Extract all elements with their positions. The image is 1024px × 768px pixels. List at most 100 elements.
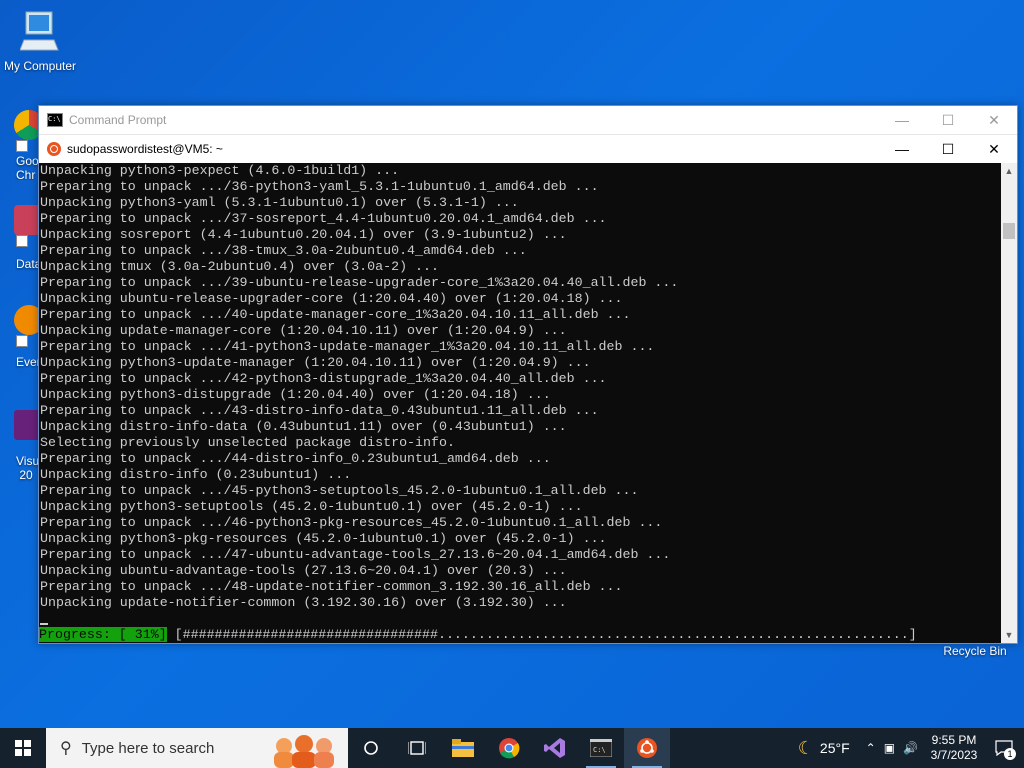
terminal-line: Unpacking sosreport (4.4-1ubuntu0.20.04.… xyxy=(40,227,567,242)
terminal-line: Unpacking python3-pkg-resources (45.2.0-… xyxy=(40,531,607,546)
my-computer-label: My Computer xyxy=(3,59,77,73)
maximize-button[interactable]: ☐ xyxy=(925,135,971,163)
task-view-button[interactable] xyxy=(394,728,440,768)
terminal-line: Preparing to unpack .../41-python3-updat… xyxy=(40,339,655,354)
command-prompt-taskbar-button[interactable]: C:\ xyxy=(578,728,624,768)
outer-window-title: Command Prompt xyxy=(69,113,167,127)
ubuntu-taskbar-button[interactable] xyxy=(624,728,670,768)
terminal-line: Preparing to unpack .../37-sosreport_4.4… xyxy=(40,211,607,226)
search-icon: ⚲ xyxy=(60,740,72,757)
visual-studio-icon xyxy=(544,738,565,758)
terminal-line: Preparing to unpack .../45-python3-setup… xyxy=(40,483,639,498)
terminal-line: Unpacking distro-info-data (0.43ubuntu1.… xyxy=(40,419,567,434)
search-highlight-icon xyxy=(274,735,334,768)
terminal-line: Preparing to unpack .../36-python3-yaml_… xyxy=(40,179,599,194)
taskbar: ⚲ Type here to search C:\ ☾ 25°F ⌃ ▣ 🔊 9… xyxy=(0,728,1024,768)
terminal-line: Preparing to unpack .../42-python3-distu… xyxy=(40,371,607,386)
system-tray: ☾ 25°F ⌃ ▣ 🔊 9:55 PM 3/7/2023 1 xyxy=(798,728,1024,768)
terminal-line: Preparing to unpack .../40-update-manage… xyxy=(40,307,631,322)
recycle-bin-label: Recycle Bin xyxy=(943,644,1007,658)
network-icon[interactable]: ▣ xyxy=(884,741,895,755)
cmd-icon: C:\ xyxy=(47,113,63,127)
minimize-button[interactable]: — xyxy=(879,135,925,163)
ubuntu-icon xyxy=(47,142,61,156)
everything-search-icon xyxy=(14,305,40,335)
svg-text:C:\: C:\ xyxy=(593,746,606,754)
cortana-button[interactable] xyxy=(348,728,394,768)
desktop-icon-label: Visual 20 xyxy=(16,454,40,482)
terminal-line: Selecting previously unselected package … xyxy=(40,435,455,450)
terminal-line: Unpacking update-notifier-common (3.192.… xyxy=(40,595,567,610)
terminal-line: Unpacking python3-distupgrade (1:20.04.4… xyxy=(40,387,551,402)
visual-studio-icon xyxy=(14,410,40,440)
terminal-line: Unpacking update-manager-core (1:20.04.1… xyxy=(40,323,567,338)
terminal-line: Preparing to unpack .../46-python3-pkg-r… xyxy=(40,515,663,530)
scroll-up-arrow-icon[interactable]: ▲ xyxy=(1001,163,1017,179)
moon-weather-icon[interactable]: ☾ xyxy=(798,738,814,759)
desktop-icon-label: DataW xyxy=(16,257,40,271)
shortcut-arrow-icon xyxy=(16,335,28,347)
terminal-line: Preparing to unpack .../39-ubuntu-releas… xyxy=(40,275,679,290)
visual-studio-taskbar-button[interactable] xyxy=(532,728,578,768)
datawrangler-icon xyxy=(14,205,40,235)
progress-label: Progress: [ 31%] xyxy=(39,627,167,642)
windows-logo-icon xyxy=(15,740,31,756)
terminal-line: Preparing to unpack .../44-distro-info_0… xyxy=(40,451,551,466)
command-prompt-window[interactable]: C:\ Command Prompt — ☐ ✕ sudopasswordist… xyxy=(38,105,1018,644)
outer-close-button[interactable]: ✕ xyxy=(971,106,1017,134)
notification-button[interactable]: 1 xyxy=(984,728,1024,768)
file-explorer-button[interactable] xyxy=(440,728,486,768)
inner-window-title: sudopasswordistest@VM5: ~ xyxy=(67,142,223,156)
shortcut-arrow-icon xyxy=(16,235,28,247)
terminal-line: Unpacking python3-setuptools (45.2.0-1ub… xyxy=(40,499,583,514)
my-computer-desktop-icon[interactable]: My Computer xyxy=(2,10,78,73)
visual-studio-desktop-icon[interactable]: Visual 20 xyxy=(0,410,40,490)
outer-titlebar[interactable]: C:\ Command Prompt — ☐ ✕ xyxy=(39,106,1017,134)
progress-bar: [################################.......… xyxy=(166,627,917,642)
clock-date: 3/7/2023 xyxy=(930,748,978,762)
temperature[interactable]: 25°F xyxy=(820,740,850,756)
terminal-line: Unpacking ubuntu-release-upgrader-core (… xyxy=(40,291,623,306)
outer-maximize-button[interactable]: ☐ xyxy=(925,106,971,134)
chrome-desktop-icon[interactable]: Goo Chr xyxy=(0,110,40,180)
terminal-lines: Unpacking python3-pexpect (4.6.0-1build1… xyxy=(39,163,1001,611)
terminal-line: Preparing to unpack .../38-tmux_3.0a-2ub… xyxy=(40,243,527,258)
terminal-line: Unpacking python3-pexpect (4.6.0-1build1… xyxy=(40,163,400,178)
cortana-circle-icon xyxy=(364,741,378,755)
chrome-taskbar-button[interactable] xyxy=(486,728,532,768)
chrome-icon xyxy=(14,110,40,140)
terminal-line: Preparing to unpack .../47-ubuntu-advant… xyxy=(40,547,671,562)
close-button[interactable]: ✕ xyxy=(971,135,1017,163)
terminal-scrollbar[interactable]: ▲ ▼ xyxy=(1001,163,1017,643)
start-button[interactable] xyxy=(0,728,46,768)
terminal-icon: C:\ xyxy=(590,739,612,757)
volume-icon[interactable]: 🔊 xyxy=(903,741,918,755)
show-hidden-icons-icon[interactable]: ⌃ xyxy=(866,741,876,755)
terminal-line: Unpacking python3-update-manager (1:20.0… xyxy=(40,355,591,370)
terminal-line: Unpacking ubuntu-advantage-tools (27.13.… xyxy=(40,563,567,578)
terminal-line: Unpacking distro-info (0.23ubuntu1) ... xyxy=(40,467,352,482)
apt-progress-line: Progress: [ 31%] [######################… xyxy=(39,627,917,643)
folder-icon xyxy=(452,739,474,757)
inner-titlebar[interactable]: sudopasswordistest@VM5: ~ — ☐ ✕ xyxy=(39,134,1017,163)
everything-desktop-icon[interactable]: Every xyxy=(0,305,40,375)
desktop-icon-label: Every xyxy=(16,355,40,369)
clock[interactable]: 9:55 PM 3/7/2023 xyxy=(924,733,984,763)
outer-minimize-button[interactable]: — xyxy=(879,106,925,134)
search-placeholder: Type here to search xyxy=(81,739,215,757)
scroll-down-arrow-icon[interactable]: ▼ xyxy=(1001,627,1017,643)
clock-time: 9:55 PM xyxy=(931,733,977,747)
terminal-output[interactable]: Unpacking python3-pexpect (4.6.0-1build1… xyxy=(39,163,1001,643)
terminal-line: Preparing to unpack .../48-update-notifi… xyxy=(40,579,623,594)
terminal-line: Preparing to unpack .../43-distro-info-d… xyxy=(40,403,599,418)
desktop-icon-label: Goo Chr xyxy=(16,154,39,180)
terminal-cursor xyxy=(40,623,48,625)
terminal-line: Unpacking tmux (3.0a-2ubuntu0.4) over (3… xyxy=(40,259,439,274)
scrollbar-thumb[interactable] xyxy=(1003,223,1015,239)
shortcut-arrow-icon xyxy=(16,140,28,152)
taskbar-search-box[interactable]: ⚲ Type here to search xyxy=(46,728,348,768)
task-view-icon xyxy=(408,741,426,755)
datawrangler-desktop-icon[interactable]: DataW xyxy=(0,205,40,275)
computer-icon xyxy=(19,11,59,51)
ubuntu-icon xyxy=(637,738,657,758)
